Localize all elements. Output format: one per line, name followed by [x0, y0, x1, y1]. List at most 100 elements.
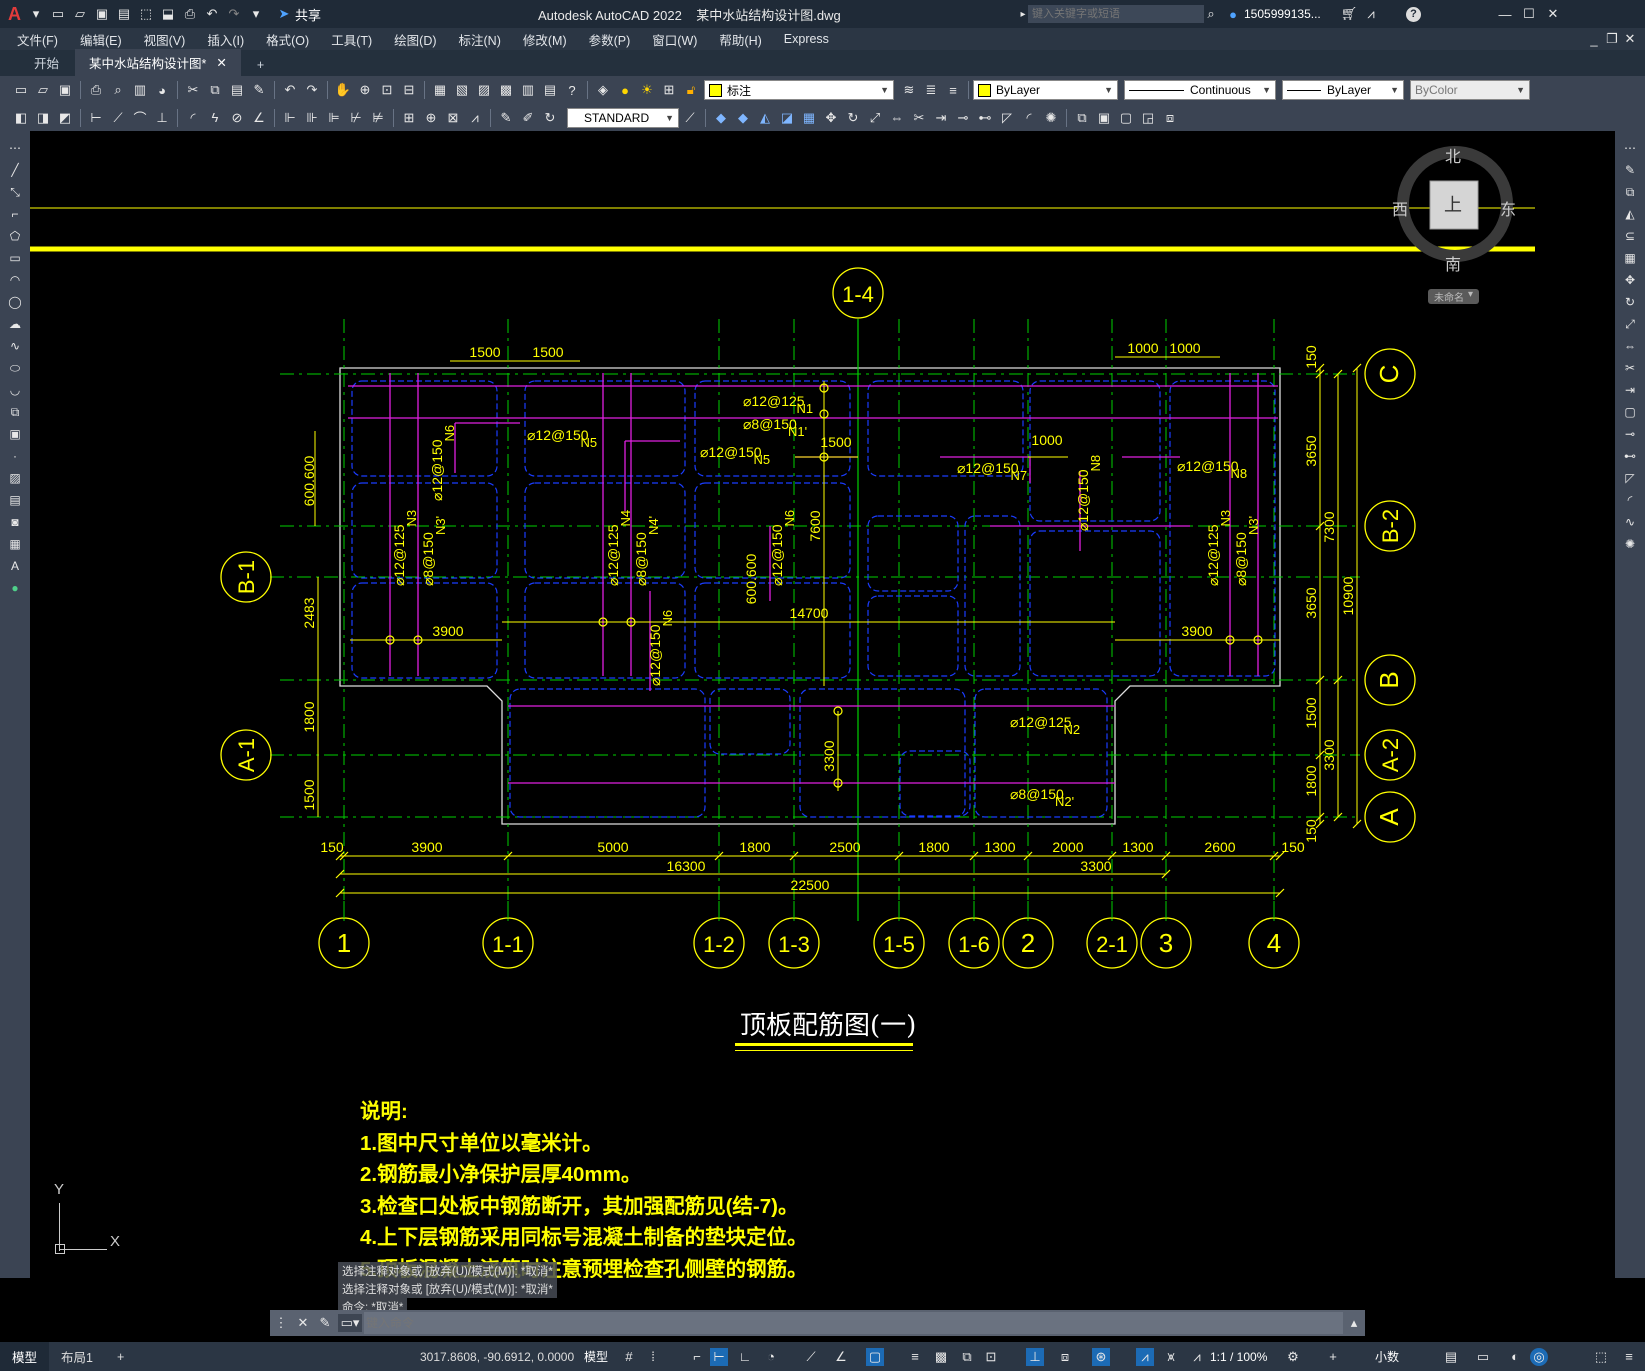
linear-dim-icon[interactable]: ⊢ — [87, 109, 105, 127]
array-icon[interactable]: ▦ — [800, 109, 818, 127]
viewcube-top[interactable]: 上 — [1444, 191, 1462, 217]
selection-filter-icon[interactable]: ⧈ — [1056, 1348, 1074, 1366]
command-input[interactable] — [364, 1312, 1343, 1334]
zoom-previous-icon[interactable]: ⊟ — [400, 81, 418, 99]
offset-icon[interactable]: ⊆ — [1621, 227, 1639, 245]
sheet-set-icon[interactable]: ▩ — [497, 81, 515, 99]
region-icon[interactable]: ◙ — [6, 513, 24, 531]
user-icon[interactable]: ● — [1224, 5, 1242, 23]
scale-icon[interactable]: ⤢ — [866, 109, 884, 127]
menu-parametric[interactable]: 参数(P) — [578, 30, 642, 49]
recent-commands-icon[interactable]: ▴ — [1345, 1314, 1363, 1332]
web-save-icon[interactable]: ⬓ — [159, 5, 177, 23]
baseline-dim-icon[interactable]: ⊪ — [303, 109, 321, 127]
move-icon[interactable]: ✥ — [1621, 271, 1639, 289]
break-icon[interactable]: ⊸ — [1621, 425, 1639, 443]
viewcube-west[interactable]: 西 — [1392, 196, 1408, 220]
add-layout-button[interactable]: + — [105, 1345, 136, 1369]
user-name[interactable]: 1505999135... — [1244, 7, 1321, 21]
layer-manager-icon[interactable]: ◈ — [594, 81, 612, 99]
layer-vp-icon[interactable]: ⊞ — [660, 81, 678, 99]
ellipse-icon[interactable]: ⬭ — [6, 359, 24, 377]
polar-tracking-icon[interactable]: ◔ — [762, 1348, 780, 1366]
spline-icon[interactable]: ∿ — [6, 337, 24, 355]
graphics-performance-icon[interactable]: ◎ — [1530, 1347, 1548, 1366]
break-at-point-icon[interactable]: ▢ — [1621, 403, 1639, 421]
ordinate-dim-icon[interactable]: ⊥ — [153, 109, 171, 127]
aligned-dim-icon[interactable]: ⟋ — [109, 109, 127, 127]
menu-view[interactable]: 视图(V) — [133, 30, 197, 49]
lock-ui-icon[interactable]: ▭ — [1474, 1348, 1492, 1366]
minimize-icon[interactable]: — — [1496, 5, 1514, 23]
tolerance-icon[interactable]: ⊞ — [400, 109, 418, 127]
menu-draw[interactable]: 绘图(D) — [383, 30, 447, 49]
menu-format[interactable]: 格式(O) — [255, 30, 320, 49]
layer-match-icon[interactable]: ◧ — [12, 109, 30, 127]
polyline-icon[interactable]: ⌐ — [6, 205, 24, 223]
design-center-icon[interactable]: ▧ — [453, 81, 471, 99]
menu-window[interactable]: 窗口(W) — [641, 30, 708, 49]
layer-thaw-icon[interactable]: ☀ — [638, 81, 656, 99]
block-create-icon[interactable]: ▣ — [1095, 109, 1113, 127]
menu-edit[interactable]: 编辑(E) — [69, 30, 133, 49]
quick-properties-icon[interactable]: ▤ — [1442, 1348, 1460, 1366]
menu-file[interactable]: 文件(F) — [6, 30, 69, 49]
break-icon[interactable]: ⊸ — [954, 109, 972, 127]
fillet-icon[interactable]: ◜ — [1621, 491, 1639, 509]
center-mark-icon[interactable]: ⊕ — [422, 109, 440, 127]
cart-icon[interactable]: 🛒︎ — [1340, 5, 1358, 23]
close-icon[interactable]: ✕ — [1544, 5, 1562, 23]
explode-icon[interactable]: ✺ — [1042, 109, 1060, 127]
table-icon[interactable]: ▦ — [6, 535, 24, 553]
explode-icon[interactable]: ✺ — [1621, 535, 1639, 553]
qnew-icon[interactable]: ▭ — [12, 81, 30, 99]
dynamic-input-icon[interactable]: ⊢ — [710, 1347, 728, 1366]
match-properties-icon[interactable]: ✎ — [250, 81, 268, 99]
gizmo-icon[interactable]: ⊛ — [1092, 1347, 1110, 1366]
menu-tools[interactable]: 工具(T) — [320, 30, 383, 49]
quick-dim-icon[interactable]: ⊩ — [281, 109, 299, 127]
block-insert-icon[interactable]: ⧉ — [1073, 109, 1091, 127]
clean-screen-icon[interactable]: ⬚ — [1592, 1348, 1610, 1366]
layer-previous-icon[interactable]: ≣ — [922, 81, 940, 99]
customize-chevron-icon[interactable]: ▾ — [247, 5, 265, 23]
grip-icon[interactable]: ⋮ — [272, 1314, 290, 1332]
snap-icon[interactable]: ⁞ — [644, 1348, 662, 1366]
save-as-icon[interactable]: ▤ — [115, 5, 133, 23]
open-file-icon[interactable]: ▱ — [71, 5, 89, 23]
mtext-icon[interactable]: A — [6, 557, 24, 575]
add-selected-icon[interactable]: ● — [6, 579, 24, 597]
mirror-icon[interactable]: ◭ — [1621, 205, 1639, 223]
zoom-window-icon[interactable]: ⊡ — [378, 81, 396, 99]
transparency-icon[interactable]: ▩ — [932, 1348, 950, 1366]
construction-line-icon[interactable]: ⤡ — [6, 183, 24, 201]
tab-close-icon[interactable]: ✕ — [216, 55, 226, 70]
3d-dwf-icon[interactable]: ◕ — [153, 81, 171, 99]
move-icon[interactable]: ✥ — [822, 109, 840, 127]
continue-dim-icon[interactable]: ⊫ — [325, 109, 343, 127]
menu-help[interactable]: 帮助(H) — [708, 30, 772, 49]
diameter-dim-icon[interactable]: ⊘ — [228, 109, 246, 127]
isolate-objects-icon[interactable]: ◐ — [1506, 1348, 1524, 1366]
workspace-gear-icon[interactable]: ⚙ — [1284, 1348, 1302, 1366]
arc-icon[interactable]: ◠ — [6, 271, 24, 289]
cut-icon[interactable]: ✂ — [184, 81, 202, 99]
tool-palettes-icon[interactable]: ▨ — [475, 81, 493, 99]
layer-unlock-icon[interactable]: 🔓︎ — [682, 81, 700, 99]
arc-dim-icon[interactable]: ⌒ — [131, 109, 149, 127]
mirror-icon[interactable]: ◭ — [756, 109, 774, 127]
radius-dim-icon[interactable]: ◜ — [184, 109, 202, 127]
maximize-icon[interactable]: ☐ — [1520, 5, 1538, 23]
new-file-icon[interactable]: ▭ — [49, 5, 67, 23]
grid-icon[interactable]: # — [620, 1348, 638, 1366]
publish-icon[interactable]: ▥ — [131, 81, 149, 99]
doc-minimize-icon[interactable]: _ — [1585, 30, 1603, 48]
customization-icon[interactable]: ≡ — [1620, 1348, 1638, 1366]
save-icon[interactable]: ▣ — [93, 5, 111, 23]
share-button[interactable]: ➤ 共享 — [273, 5, 321, 24]
jogged-linear-icon[interactable]: ⩘ — [466, 109, 484, 127]
make-block-icon[interactable]: ▣ — [6, 425, 24, 443]
jogged-dim-icon[interactable]: ϟ — [206, 109, 224, 127]
erase-icon[interactable]: ✎ — [1621, 161, 1639, 179]
markup-icon[interactable]: ▥ — [519, 81, 537, 99]
